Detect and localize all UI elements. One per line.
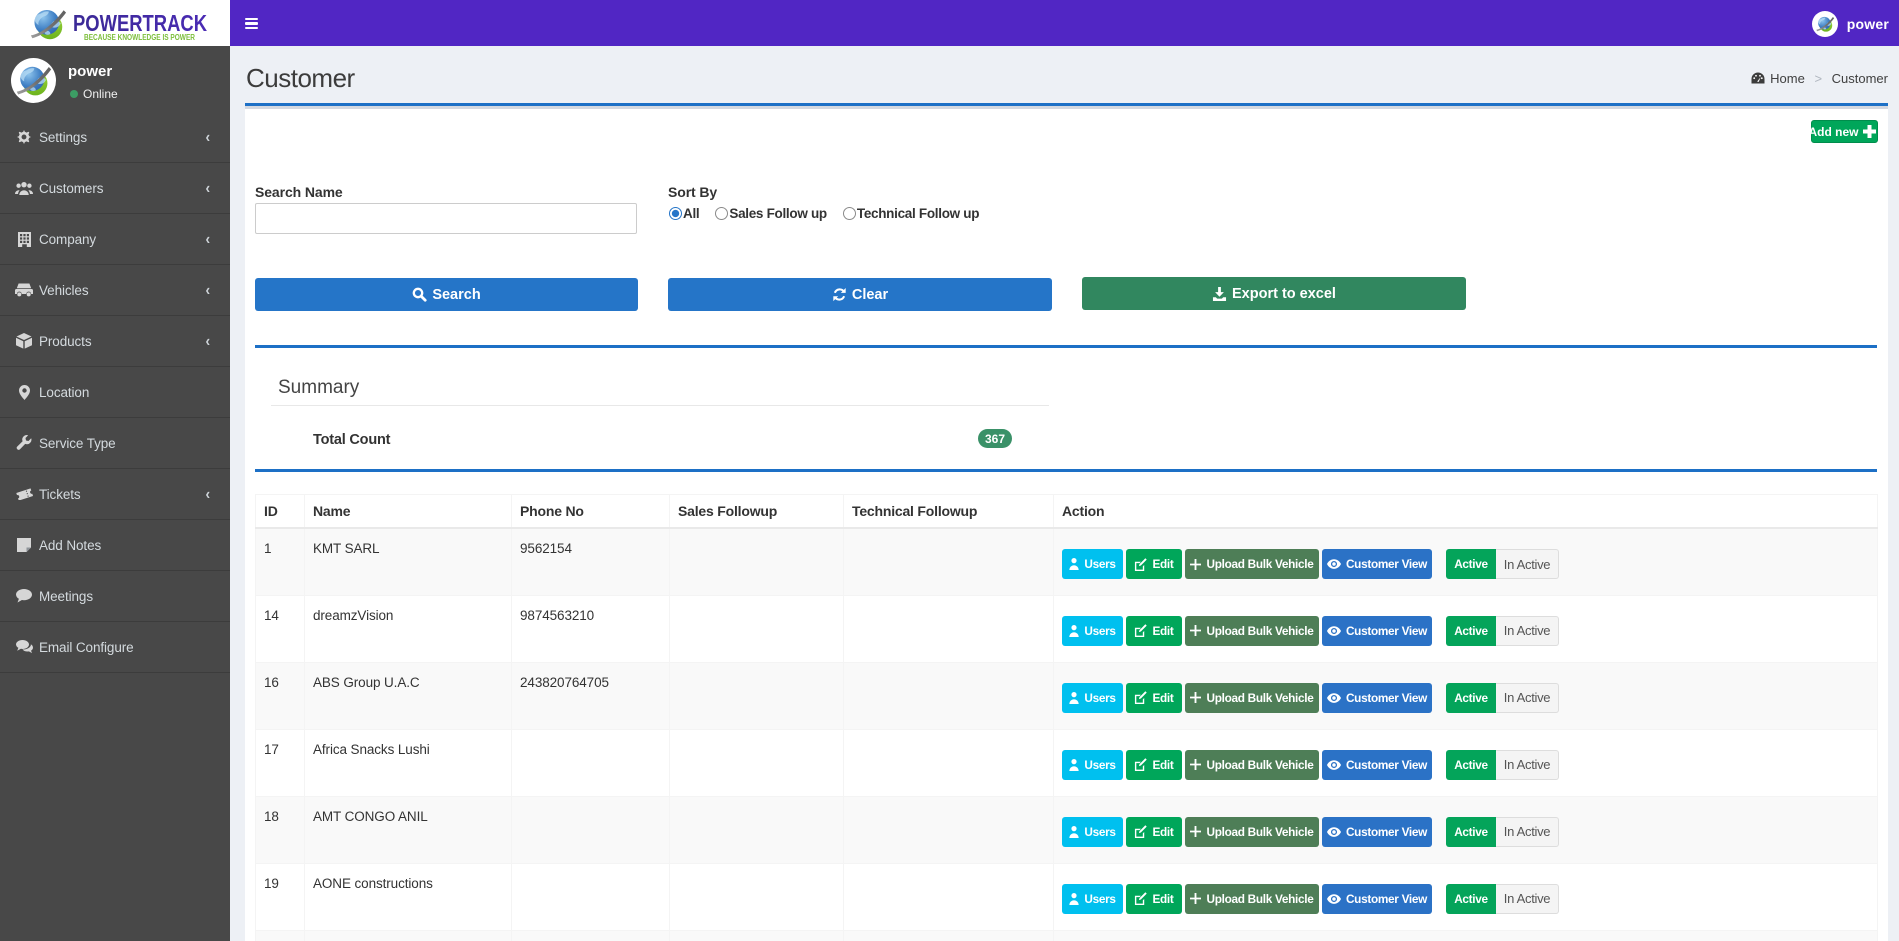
svg-text:BECAUSE KNOWLEDGE IS POWER: BECAUSE KNOWLEDGE IS POWER: [84, 32, 196, 42]
